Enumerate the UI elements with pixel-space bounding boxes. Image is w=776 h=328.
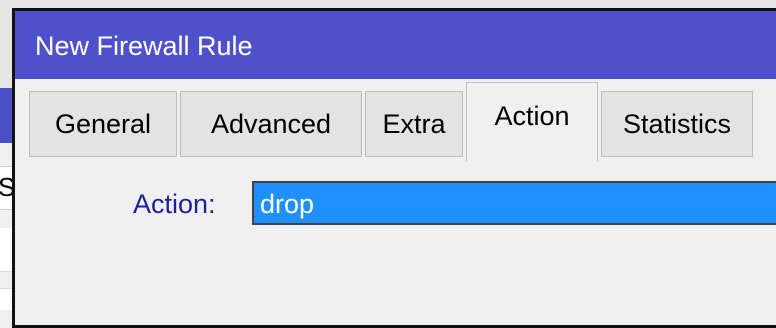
tab-label: Advanced [210, 108, 332, 139]
dialog-titlebar[interactable]: New Firewall Rule [15, 11, 776, 79]
tab-bar: General Advanced Extra Action Statistics [15, 79, 776, 161]
tab-advanced[interactable]: Advanced [180, 91, 362, 157]
tab-statistics[interactable]: Statistics [601, 91, 753, 157]
new-firewall-rule-dialog: New Firewall Rule General Advanced Extra… [12, 8, 776, 328]
action-label: Action: [133, 189, 216, 219]
action-select-value: drop [260, 189, 315, 219]
tab-label: General [54, 108, 152, 139]
tab-extra[interactable]: Extra [365, 91, 463, 157]
tab-label: Statistics [622, 108, 732, 139]
dialog-title: New Firewall Rule [35, 31, 253, 61]
tab-label: Action [494, 101, 570, 131]
tab-general[interactable]: General [29, 91, 177, 157]
tab-action[interactable]: Action [466, 82, 598, 161]
action-select[interactable]: drop [252, 181, 776, 225]
tab-label: Extra [382, 108, 446, 139]
